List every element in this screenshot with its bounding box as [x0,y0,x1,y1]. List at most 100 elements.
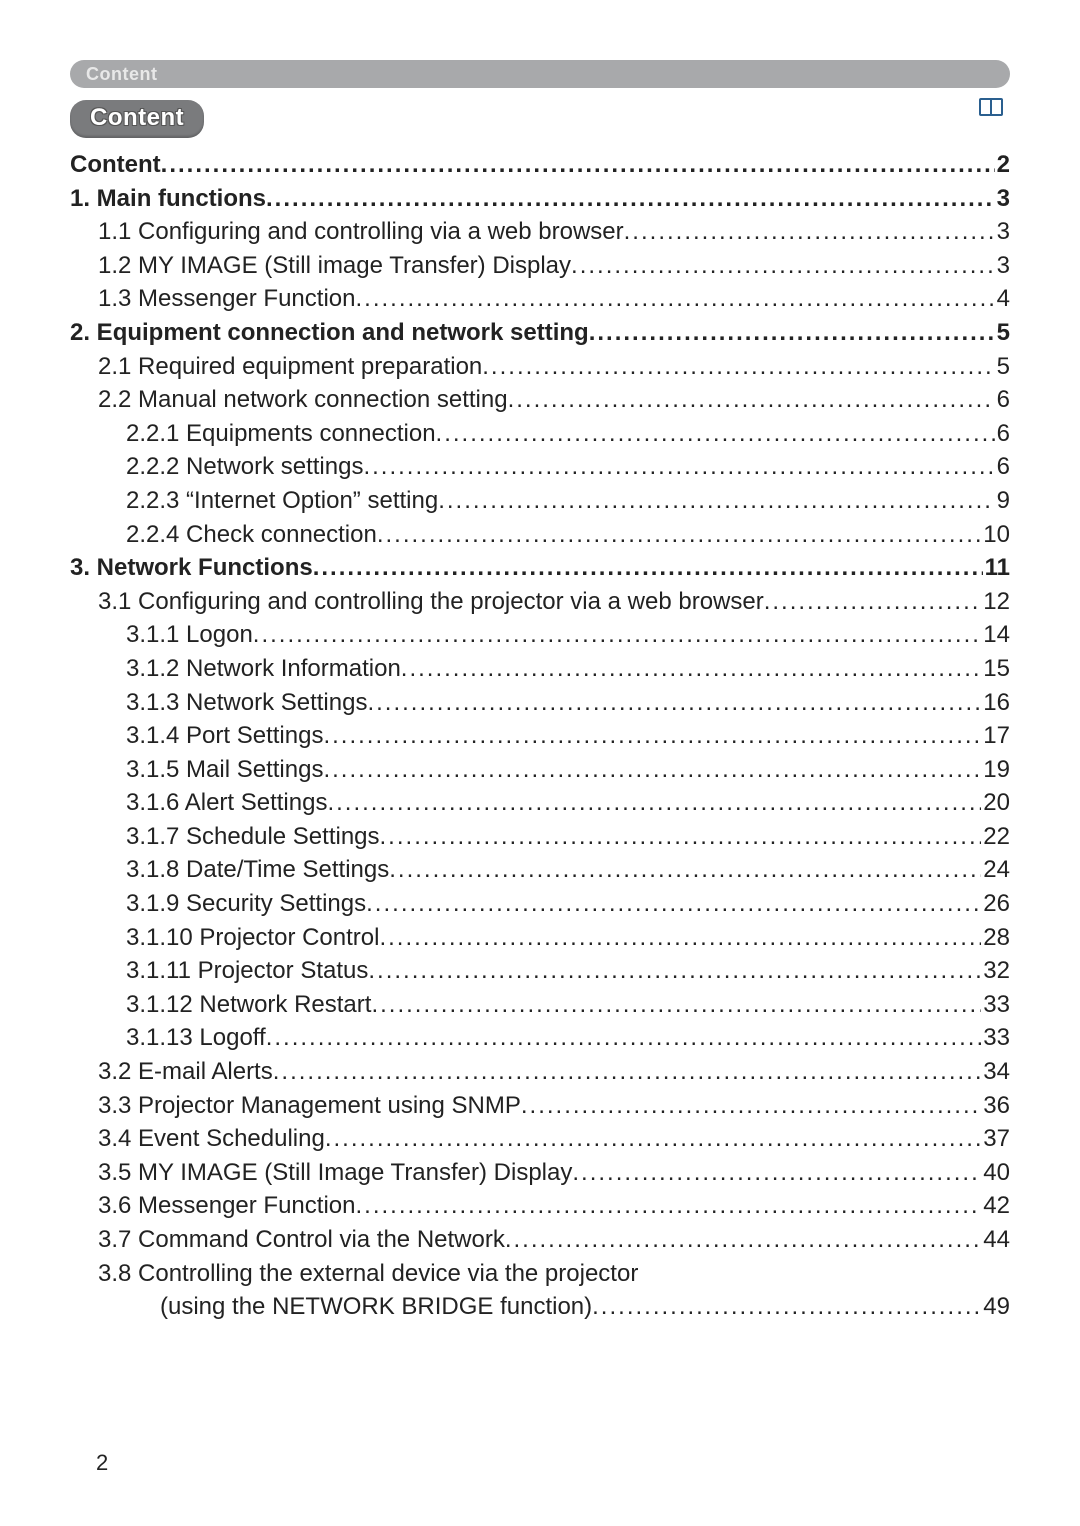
toc-leader-dots [436,417,995,451]
toc-page: 28 [981,921,1010,955]
toc-page: 15 [981,652,1010,686]
toc-entry[interactable]: 2. Equipment connection and network sett… [70,316,1010,350]
toc-entry[interactable]: 2.2 Manual network connection setting6 [70,383,1010,417]
toc-entry[interactable]: 3.1 Configuring and controlling the proj… [70,585,1010,619]
toc-entry[interactable]: 2.1 Required equipment preparation 5 [70,350,1010,384]
toc-page: 17 [981,719,1010,753]
toc-entry[interactable]: 3.1.2 Network Information 15 [70,652,1010,686]
toc-label: 2.1 Required equipment preparation [98,350,482,384]
toc-page: 49 [981,1290,1010,1324]
toc-page: 5 [995,350,1010,384]
toc-entry[interactable]: 3.8 Controlling the external device via … [70,1257,1010,1291]
toc-entry[interactable]: 3.1.3 Network Settings16 [70,686,1010,720]
toc-label: 3.1.9 Security Settings [126,887,366,921]
toc-entry-continuation[interactable]: (using the NETWORK BRIDGE function)49 [70,1290,1010,1324]
toc-leader-dots [253,618,982,652]
toc-label: 2.2.2 Network settings [126,450,363,484]
toc-entry[interactable]: 3.1.8 Date/Time Settings24 [70,853,1010,887]
toc-leader-dots [363,450,994,484]
toc-entry[interactable]: 3.1.5 Mail Settings19 [70,753,1010,787]
toc-entry[interactable]: 1.2 MY IMAGE (Still image Transfer) Disp… [70,249,1010,283]
toc-entry[interactable]: 3.6 Messenger Function42 [70,1189,1010,1223]
toc-page: 33 [981,988,1010,1022]
toc-leader-dots [323,753,981,787]
section-header-bar: Content [70,60,1010,88]
toc-label: 1. Main functions [70,182,266,216]
toc-entry[interactable]: 1. Main functions3 [70,182,1010,216]
toc-entry[interactable]: 3.4 Event Scheduling37 [70,1122,1010,1156]
toc-label: 2.2.1 Equipments connection [126,417,436,451]
toc-entry[interactable]: Content 2 [70,148,1010,182]
toc-label: 3.1.2 Network Information [126,652,401,686]
toc-label: 1.2 MY IMAGE (Still image Transfer) Disp… [98,249,571,283]
toc-page: 2 [995,148,1010,182]
toc-label: Content [70,148,161,182]
toc-entry[interactable]: 1.3 Messenger Function 4 [70,282,1010,316]
toc-entry[interactable]: 3.1.9 Security Settings26 [70,887,1010,921]
toc-entry[interactable]: 3.2 E-mail Alerts34 [70,1055,1010,1089]
toc-label: 3.8 Controlling the external device via … [98,1257,638,1291]
page: Content Content Content 21. Main function… [0,0,1080,1526]
toc-page: 4 [995,282,1010,316]
toc-leader-dots [355,282,994,316]
toc-label: 3.4 Event Scheduling [98,1122,325,1156]
toc-entry[interactable]: 3.3 Projector Management using SNMP36 [70,1089,1010,1123]
toc-page: 5 [995,316,1010,350]
toc-label: 3.3 Projector Management using SNMP [98,1089,521,1123]
toc-entry[interactable]: 2.2.4 Check connection10 [70,518,1010,552]
toc-entry[interactable]: 3.5 MY IMAGE (Still Image Transfer) Disp… [70,1156,1010,1190]
toc-page: 33 [981,1021,1010,1055]
toc-entry[interactable]: 3.1.13 Logoff 33 [70,1021,1010,1055]
toc-entry[interactable]: 3.7 Command Control via the Network 44 [70,1223,1010,1257]
toc-entry[interactable]: 3.1.6 Alert Settings20 [70,786,1010,820]
toc-entry[interactable]: 3.1.12 Network Restart 33 [70,988,1010,1022]
toc-leader-dots [571,249,995,283]
toc-page: 44 [981,1223,1010,1257]
toc-entry[interactable]: 2.2.2 Network settings 6 [70,450,1010,484]
toc-leader-dots [438,484,994,518]
toc-entry[interactable]: 2.2.1 Equipments connection6 [70,417,1010,451]
toc-page: 3 [995,249,1010,283]
toc-leader-dots [366,887,981,921]
toc-leader-dots [389,853,981,887]
book-icon [978,96,1004,118]
toc-entry[interactable]: 3.1.11 Projector Status32 [70,954,1010,988]
toc-leader-dots [379,921,981,955]
toc-label: 3.1.12 Network Restart [126,988,371,1022]
toc-label: 3.1.3 Network Settings [126,686,367,720]
toc-entry[interactable]: 1.1 Configuring and controlling via a we… [70,215,1010,249]
toc-label: 3.1.1 Logon [126,618,253,652]
toc-label: 3.1.5 Mail Settings [126,753,323,787]
toc-leader-dots [327,786,981,820]
toc-leader-dots [505,1223,981,1257]
toc-page: 40 [981,1156,1010,1190]
table-of-contents: Content21. Main functions31.1 Configurin… [70,148,1010,1324]
toc-page: 42 [981,1189,1010,1223]
toc-entry[interactable]: 3.1.4 Port Settings17 [70,719,1010,753]
toc-leader-dots [521,1089,981,1123]
toc-label: 3. Network Functions [70,551,313,585]
toc-leader-dots [380,820,982,854]
toc-label: 3.1.8 Date/Time Settings [126,853,389,887]
toc-label: 3.1.13 Logoff [126,1021,266,1055]
toc-entry[interactable]: 3.1.10 Projector Control 28 [70,921,1010,955]
toc-leader-dots [764,585,982,619]
toc-label: 3.1 Configuring and controlling the proj… [98,585,764,619]
toc-entry[interactable]: 3.1.1 Logon14 [70,618,1010,652]
toc-entry[interactable]: 2.2.3 “Internet Option” setting9 [70,484,1010,518]
toc-page: 6 [995,450,1010,484]
toc-page: 10 [981,518,1010,552]
toc-leader-dots [273,1055,982,1089]
toc-entry[interactable]: 3.1.7 Schedule Settings22 [70,820,1010,854]
toc-page: 6 [995,383,1010,417]
toc-label: 2.2.3 “Internet Option” setting [126,484,438,518]
toc-leader-dots [401,652,982,686]
toc-label: 3.1.10 Projector Control [126,921,379,955]
toc-leader-dots [572,1156,981,1190]
toc-page: 12 [981,585,1010,619]
toc-label: 1.3 Messenger Function [98,282,355,316]
toc-leader-dots [482,350,994,384]
toc-label: 3.7 Command Control via the Network [98,1223,505,1257]
toc-entry[interactable]: 3. Network Functions11 [70,551,1010,585]
toc-label: 2. Equipment connection and network sett… [70,316,589,350]
